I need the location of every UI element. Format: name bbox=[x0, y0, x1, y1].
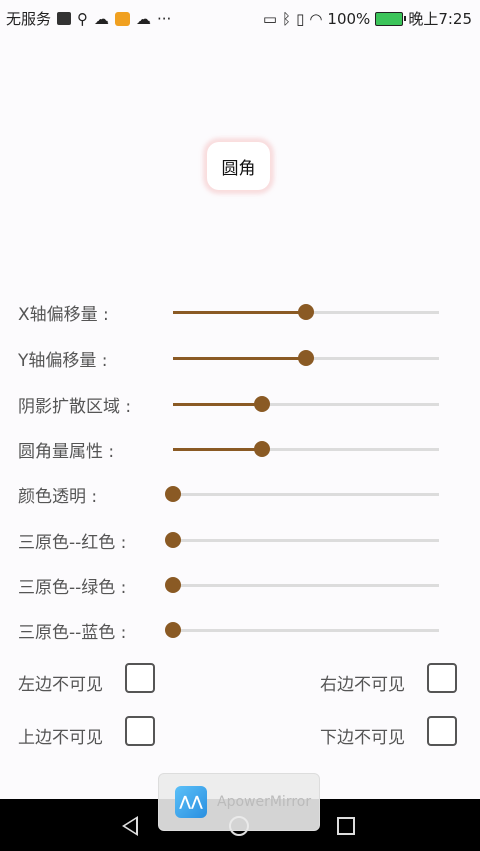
y-offset-label: Y轴偏移量 : bbox=[18, 351, 108, 371]
slider-fill bbox=[173, 311, 306, 314]
spread-row: 阴影扩散区域 : bbox=[0, 386, 480, 422]
back-icon[interactable] bbox=[122, 816, 138, 836]
slider-fill bbox=[173, 403, 263, 406]
shadow-demo-box: 圆角 bbox=[207, 142, 270, 190]
corner-radius-slider[interactable] bbox=[173, 441, 439, 457]
right-hidden-checkbox[interactable] bbox=[427, 663, 457, 693]
top-hidden-checkbox[interactable] bbox=[125, 716, 155, 746]
blue-label: 三原色--蓝色 : bbox=[18, 623, 127, 643]
cloud-icon: ☁ bbox=[94, 9, 110, 28]
status-right: ▭ ᛒ ▯ ◠ 100% 晚上7:25 bbox=[263, 8, 472, 29]
green-row: 三原色--绿色 : bbox=[0, 567, 480, 603]
green-label: 三原色--绿色 : bbox=[18, 578, 127, 598]
top-hidden-label: 上边不可见 bbox=[18, 728, 103, 748]
slider-thumb[interactable] bbox=[165, 486, 181, 502]
apowermirror-icon bbox=[57, 12, 72, 25]
slider-fill bbox=[173, 448, 263, 451]
corner-radius-row: 圆角量属性 : bbox=[0, 431, 480, 467]
status-left: 无服务 ⚲ ☁ ☁ ··· bbox=[6, 8, 171, 29]
slider-thumb[interactable] bbox=[254, 441, 271, 457]
usb-icon: ⚲ bbox=[77, 9, 89, 28]
bottom-hidden-checkbox[interactable] bbox=[427, 716, 457, 746]
blue-slider[interactable] bbox=[165, 622, 439, 638]
slider-thumb[interactable] bbox=[298, 304, 314, 320]
slider-thumb[interactable] bbox=[165, 622, 181, 638]
alpha-label: 颜色透明 : bbox=[18, 487, 98, 507]
clock: 晚上7:25 bbox=[408, 10, 472, 28]
more-icon: ··· bbox=[157, 9, 172, 28]
battery-percent: 100% bbox=[327, 9, 371, 28]
alpha-slider[interactable] bbox=[165, 486, 439, 502]
x-offset-label: X轴偏移量 : bbox=[18, 305, 109, 325]
spread-slider[interactable] bbox=[173, 396, 439, 412]
slider-thumb[interactable] bbox=[165, 577, 181, 593]
green-slider[interactable] bbox=[165, 577, 439, 593]
bottom-hidden-label: 下边不可见 bbox=[320, 728, 405, 748]
blue-row: 三原色--蓝色 : bbox=[0, 612, 480, 648]
recent-apps-icon[interactable] bbox=[337, 817, 355, 835]
slider-fill bbox=[173, 357, 306, 360]
battery-icon bbox=[375, 11, 407, 26]
left-hidden-checkbox[interactable] bbox=[125, 663, 155, 693]
x-offset-slider[interactable] bbox=[173, 304, 439, 320]
red-slider[interactable] bbox=[165, 532, 439, 548]
red-label: 三原色--红色 : bbox=[18, 533, 127, 553]
corner-radius-label: 圆角量属性 : bbox=[18, 442, 115, 462]
slider-thumb[interactable] bbox=[165, 532, 181, 548]
status-bar: 无服务 ⚲ ☁ ☁ ··· ▭ ᛒ ▯ ◠ 100% 晚上7:25 bbox=[0, 0, 480, 36]
vibrate-icon: ▯ bbox=[296, 9, 305, 28]
slider-thumb[interactable] bbox=[254, 396, 271, 412]
alpha-row: 颜色透明 : bbox=[0, 476, 480, 512]
bluetooth-icon: ᛒ bbox=[282, 9, 292, 28]
weibo-icon bbox=[115, 11, 131, 26]
apowermirror-overlay[interactable]: ⋀⋀ ApowerMirror bbox=[158, 773, 320, 831]
apowermirror-logo-icon: ⋀⋀ bbox=[175, 786, 207, 818]
cloud-upload-icon: ☁ bbox=[136, 9, 152, 28]
red-row: 三原色--红色 : bbox=[0, 522, 480, 558]
slider-thumb[interactable] bbox=[298, 350, 314, 366]
carrier-text: 无服务 bbox=[6, 10, 52, 28]
cast-icon: ▭ bbox=[262, 9, 278, 28]
left-hidden-label: 左边不可见 bbox=[18, 675, 103, 695]
y-offset-row: Y轴偏移量 : bbox=[0, 340, 480, 376]
overlay-app-name: ApowerMirror bbox=[217, 794, 312, 810]
y-offset-slider[interactable] bbox=[173, 350, 439, 366]
right-hidden-label: 右边不可见 bbox=[320, 675, 405, 695]
wifi-icon: ◠ bbox=[309, 9, 323, 28]
spread-label: 阴影扩散区域 : bbox=[18, 397, 132, 417]
demo-box-label: 圆角 bbox=[221, 158, 256, 179]
x-offset-row: X轴偏移量 : bbox=[0, 294, 480, 330]
